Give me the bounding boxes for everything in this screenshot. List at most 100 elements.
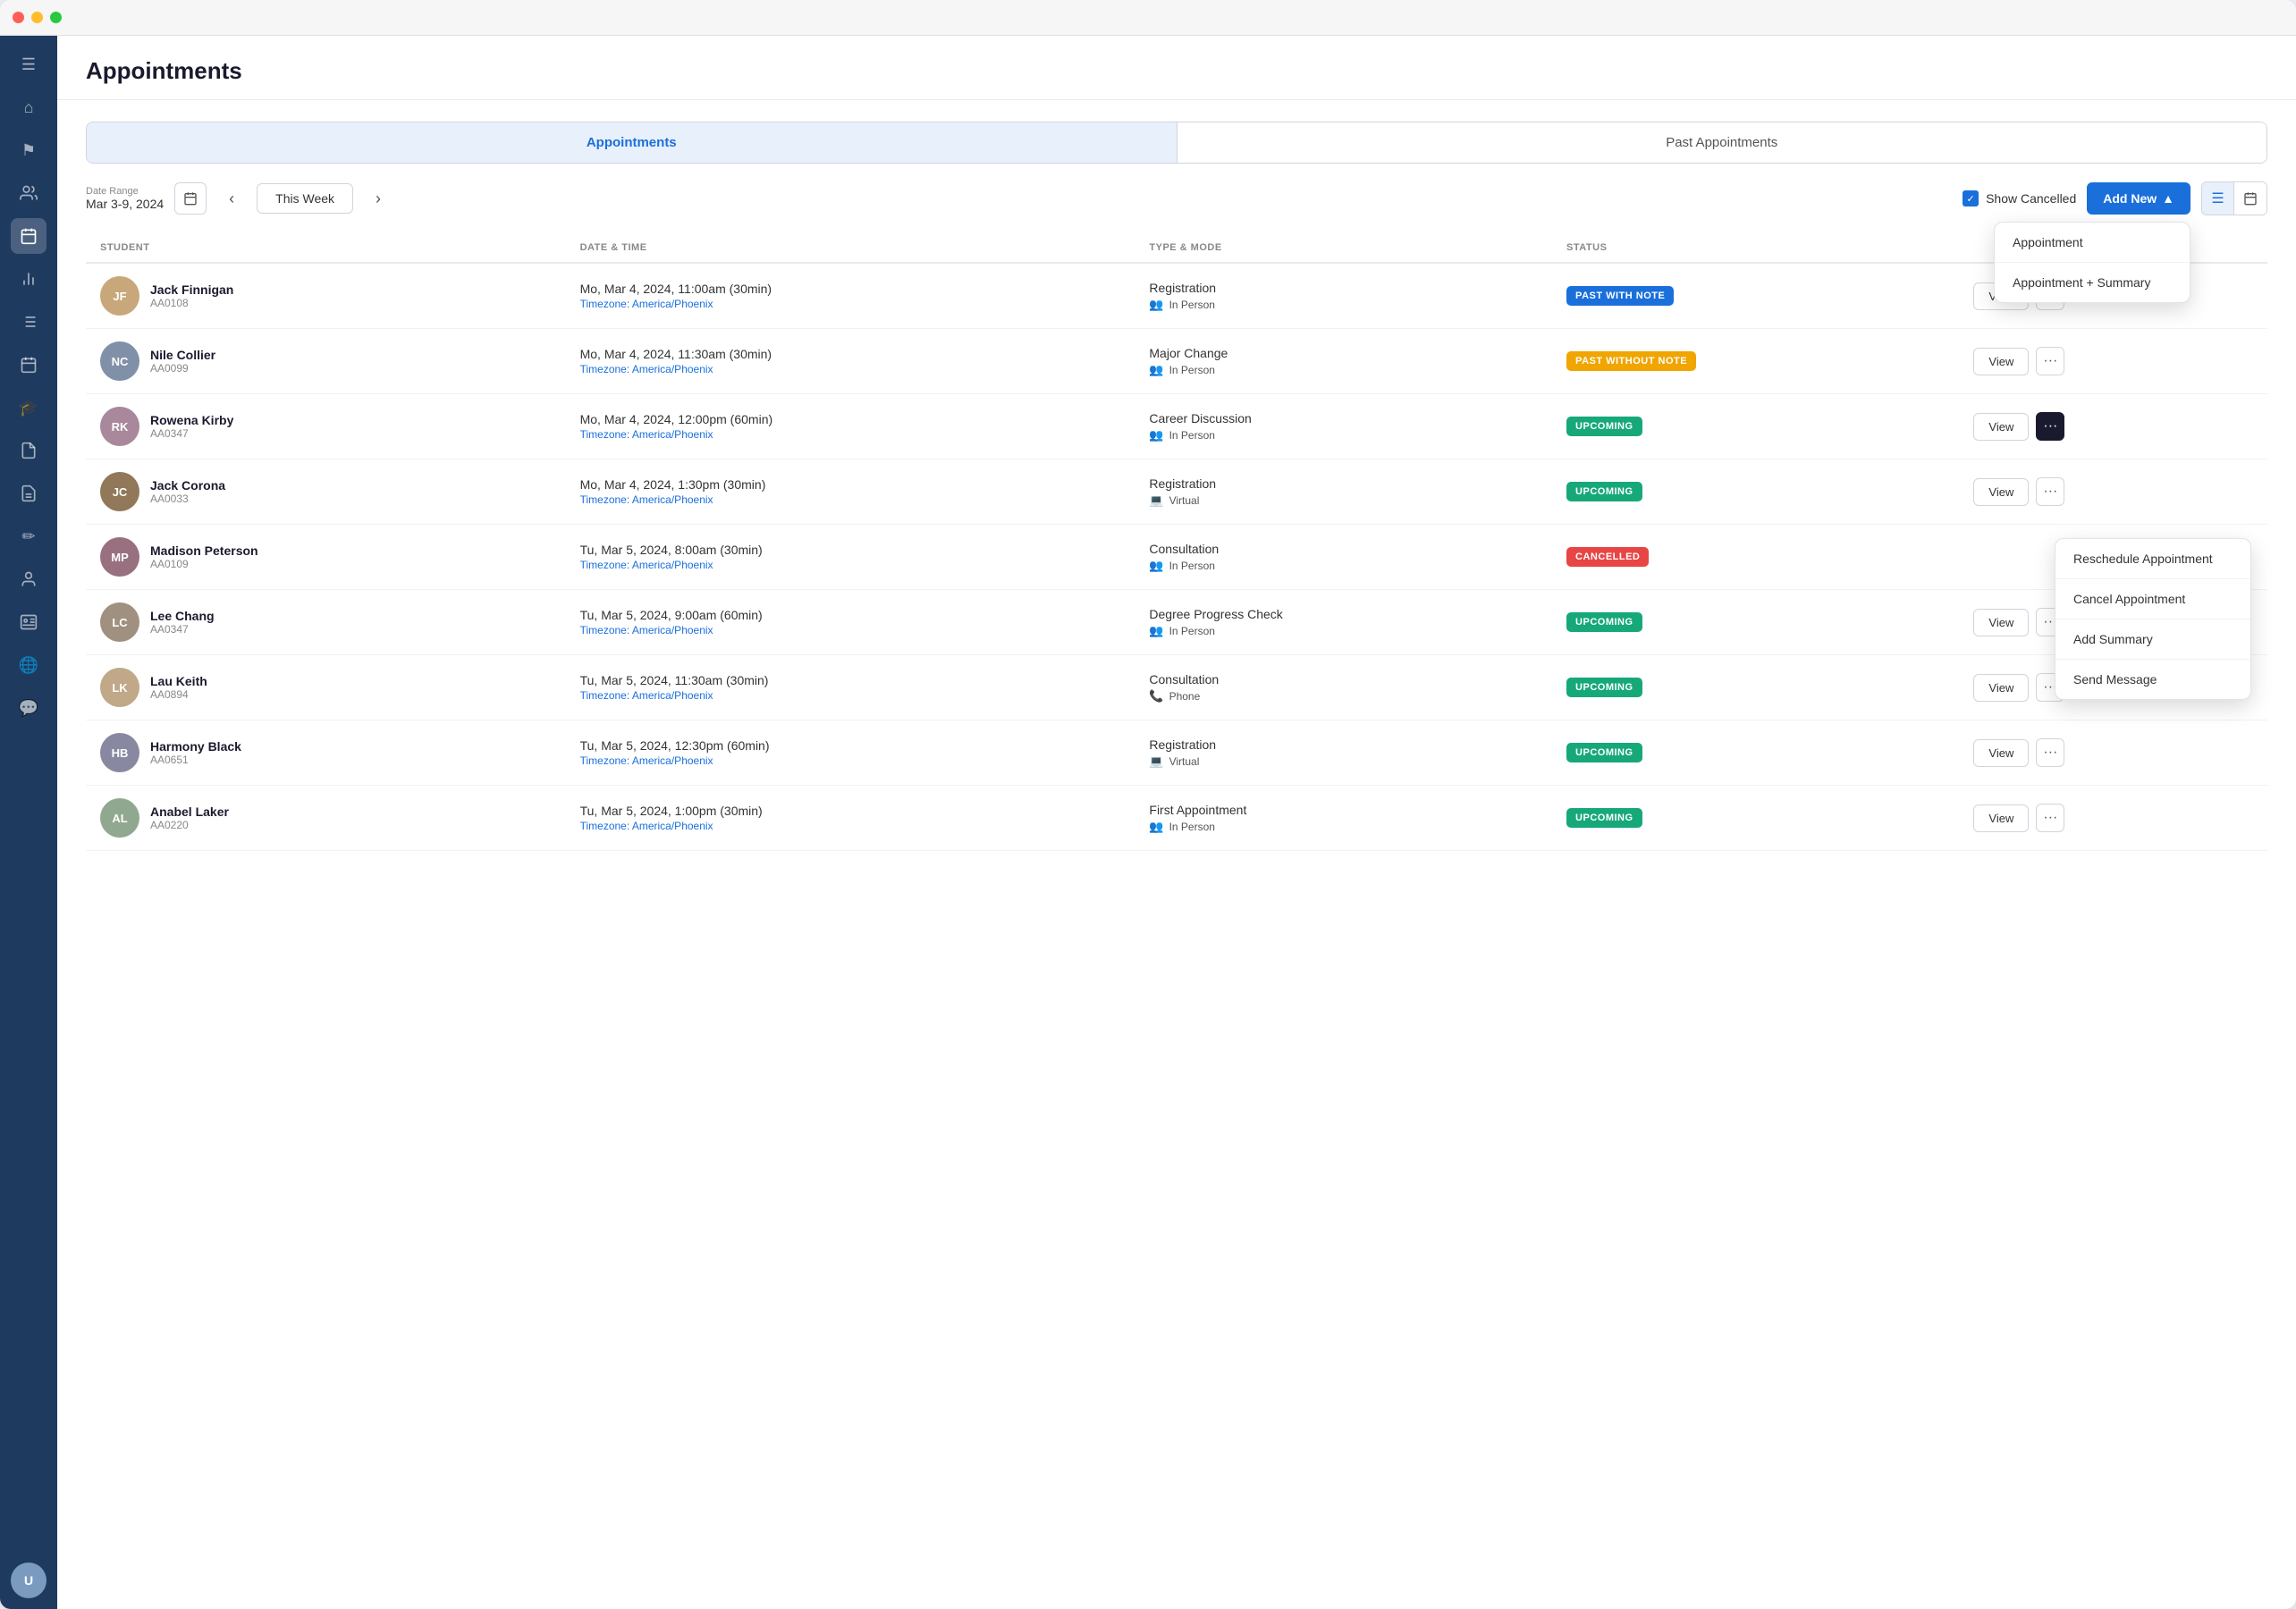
more-button-2[interactable]: ··· (2036, 412, 2064, 441)
view-button-8[interactable]: View (1973, 804, 2029, 832)
table-row: AL Anabel Laker AA0220 Tu, Mar 5, 2024, … (86, 786, 2267, 851)
mode-1: 👥 In Person (1149, 363, 1538, 377)
mode-5: 👥 In Person (1149, 624, 1538, 638)
dropdown-item-appointment-summary[interactable]: Appointment + Summary (1995, 263, 2190, 302)
mode-0: 👥 In Person (1149, 298, 1538, 312)
calendar-picker-button[interactable] (174, 182, 207, 215)
dropdown-item-cancel[interactable]: Cancel Appointment (2055, 579, 2250, 619)
student-name-7[interactable]: Harmony Black (150, 739, 241, 754)
actions-cell-2: View ··· (1959, 394, 2267, 459)
mode-icon-7: 💻 (1149, 754, 1163, 769)
add-new-button[interactable]: Add New ▲ (2087, 182, 2190, 215)
calendar-view-button[interactable] (2234, 182, 2266, 215)
student-name-0[interactable]: Jack Finnigan (150, 282, 233, 297)
timezone-6: Timezone: America/Phoenix (580, 689, 1121, 702)
student-name-5[interactable]: Lee Chang (150, 609, 215, 623)
list-view-button[interactable]: ☰ (2202, 182, 2234, 215)
mode-3: 💻 Virtual (1149, 493, 1538, 508)
mode-7: 💻 Virtual (1149, 754, 1538, 769)
timezone-7: Timezone: America/Phoenix (580, 754, 1121, 767)
date-time-8: Tu, Mar 5, 2024, 1:00pm (30min) (580, 804, 1121, 818)
student-name-3[interactable]: Jack Corona (150, 478, 225, 493)
student-name-8[interactable]: Anabel Laker (150, 804, 229, 819)
date-time-1: Mo, Mar 4, 2024, 11:30am (30min) (580, 347, 1121, 361)
table-header-row: STUDENT DATE & TIME TYPE & MODE STATUS (86, 233, 2267, 263)
message-icon[interactable]: 💬 (11, 690, 46, 726)
mode-label-4: In Person (1169, 560, 1215, 572)
dropdown-item-send-message[interactable]: Send Message (2055, 660, 2250, 699)
status-cell-0: PAST WITH NOTE (1552, 263, 1959, 329)
show-cancelled-checkbox[interactable]: ✓ (1963, 190, 1979, 206)
prev-week-button[interactable]: ‹ (217, 184, 246, 213)
show-cancelled-toggle[interactable]: ✓ Show Cancelled (1963, 190, 2076, 206)
page-header: Appointments (57, 36, 2296, 100)
col-student: STUDENT (86, 233, 566, 263)
datetime-cell-3: Mo, Mar 4, 2024, 1:30pm (30min) Timezone… (566, 459, 1135, 525)
chart-icon[interactable] (11, 261, 46, 297)
view-button-2[interactable]: View (1973, 413, 2029, 441)
student-name-1[interactable]: Nile Collier (150, 348, 215, 362)
user-avatar[interactable]: U (11, 1563, 46, 1598)
status-badge-6: UPCOMING (1566, 678, 1642, 697)
table-row: JC Jack Corona AA0033 Mo, Mar 4, 2024, 1… (86, 459, 2267, 525)
student-name-2[interactable]: Rowena Kirby (150, 413, 233, 427)
mode-2: 👥 In Person (1149, 428, 1538, 442)
home-icon[interactable]: ⌂ (11, 89, 46, 125)
mode-icon-0: 👥 (1149, 298, 1163, 312)
users-icon[interactable] (11, 175, 46, 211)
view-button-1[interactable]: View (1973, 348, 2029, 375)
mode-icon-1: 👥 (1149, 363, 1163, 377)
datetime-cell-1: Mo, Mar 4, 2024, 11:30am (30min) Timezon… (566, 329, 1135, 394)
table-row: RK Rowena Kirby AA0347 Mo, Mar 4, 2024, … (86, 394, 2267, 459)
this-week-button[interactable]: This Week (257, 183, 353, 214)
more-actions-dropdown: Reschedule Appointment Cancel Appointmen… (2055, 538, 2251, 700)
type-cell-0: Registration 👥 In Person (1135, 263, 1552, 329)
view-button-6[interactable]: View (1973, 674, 2029, 702)
dropdown-item-reschedule[interactable]: Reschedule Appointment (2055, 539, 2250, 579)
view-button-7[interactable]: View (1973, 739, 2029, 767)
content-area: Appointments Past Appointments Date Rang… (57, 100, 2296, 1609)
add-new-chevron-icon: ▲ (2162, 191, 2174, 206)
actions-cell-1: View ··· (1959, 329, 2267, 394)
dropdown-item-appointment[interactable]: Appointment (1995, 223, 2190, 263)
flag-icon[interactable]: ⚑ (11, 132, 46, 168)
report-icon[interactable] (11, 476, 46, 511)
student-cell-7: HB Harmony Black AA0651 (86, 720, 566, 786)
menu-icon[interactable]: ☰ (11, 46, 46, 82)
contact-icon[interactable] (11, 604, 46, 640)
timezone-0: Timezone: America/Phoenix (580, 298, 1121, 310)
next-week-button[interactable]: › (364, 184, 393, 213)
calendar2-icon[interactable] (11, 347, 46, 383)
type-name-5: Degree Progress Check (1149, 607, 1538, 621)
mode-icon-2: 👥 (1149, 428, 1163, 442)
globe-icon[interactable]: 🌐 (11, 647, 46, 683)
sidebar-item-appointments[interactable] (11, 218, 46, 254)
minimize-dot[interactable] (31, 12, 43, 23)
type-name-6: Consultation (1149, 672, 1538, 687)
student-id-1: AA0099 (150, 362, 215, 375)
dropdown-item-add-summary[interactable]: Add Summary (2055, 619, 2250, 660)
notes-icon[interactable]: ✏ (11, 518, 46, 554)
table-row: LC Lee Chang AA0347 Tu, Mar 5, 2024, 9:0… (86, 590, 2267, 655)
maximize-dot[interactable] (50, 12, 62, 23)
col-status: STATUS (1552, 233, 1959, 263)
toolbar: Date Range Mar 3-9, 2024 ‹ This Week › ✓… (86, 181, 2267, 215)
app-window: ☰ ⌂ ⚑ 🎓 ✏ (0, 0, 2296, 1609)
view-button-3[interactable]: View (1973, 478, 2029, 506)
close-dot[interactable] (13, 12, 24, 23)
type-cell-6: Consultation 📞 Phone (1135, 655, 1552, 720)
more-button-1[interactable]: ··· (2036, 347, 2064, 375)
more-button-8[interactable]: ··· (2036, 804, 2064, 832)
graduation-icon[interactable]: 🎓 (11, 390, 46, 425)
student-name-4[interactable]: Madison Peterson (150, 543, 258, 558)
list-icon[interactable] (11, 304, 46, 340)
view-button-5[interactable]: View (1973, 609, 2029, 636)
student-id-7: AA0651 (150, 754, 241, 766)
file-icon[interactable] (11, 433, 46, 468)
tab-past-appointments[interactable]: Past Appointments (1178, 122, 2267, 163)
tab-appointments[interactable]: Appointments (87, 122, 1178, 163)
more-button-3[interactable]: ··· (2036, 477, 2064, 506)
people-icon[interactable] (11, 561, 46, 597)
more-button-7[interactable]: ··· (2036, 738, 2064, 767)
student-name-6[interactable]: Lau Keith (150, 674, 207, 688)
